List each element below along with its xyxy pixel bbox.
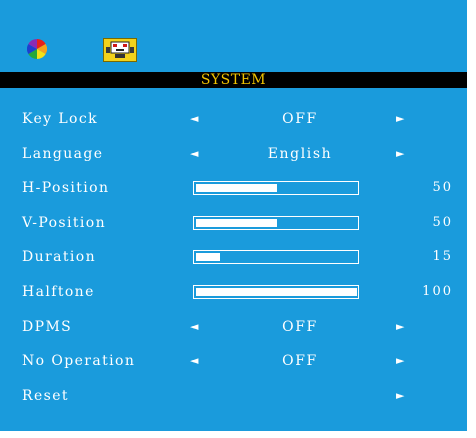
osd-menu: SYSTEM Key Lock ◄ OFF ► Language ◄ Engli… bbox=[0, 0, 467, 431]
menu-item-duration[interactable]: Duration 15 bbox=[0, 240, 467, 274]
menu-title-bar: SYSTEM bbox=[0, 72, 467, 88]
h-position-slider[interactable] bbox=[193, 181, 359, 195]
arrow-left-icon[interactable]: ◄ bbox=[190, 102, 198, 136]
arrow-left-icon[interactable]: ◄ bbox=[190, 344, 198, 378]
h-position-value: 50 bbox=[432, 180, 453, 195]
arrow-right-icon[interactable]: ► bbox=[396, 310, 404, 344]
menu-item-v-position[interactable]: V-Position 50 bbox=[0, 206, 467, 240]
menu-item-label: Duration bbox=[22, 249, 97, 265]
menu-item-no-operation[interactable]: No Operation ◄ OFF ► bbox=[0, 344, 467, 378]
menu-item-label: H-Position bbox=[22, 180, 110, 196]
arrow-right-icon[interactable]: ► bbox=[396, 344, 404, 378]
system-icon[interactable] bbox=[103, 38, 137, 62]
arrow-left-icon[interactable]: ◄ bbox=[190, 310, 198, 344]
menu-item-label: Halftone bbox=[22, 284, 95, 300]
arrow-right-icon[interactable]: ► bbox=[396, 102, 404, 136]
duration-value: 15 bbox=[432, 249, 453, 264]
menu-item-label: Reset bbox=[22, 388, 69, 404]
v-position-value: 50 bbox=[432, 215, 453, 230]
no-operation-value: OFF bbox=[282, 353, 318, 369]
menu-item-h-position[interactable]: H-Position 50 bbox=[0, 171, 467, 205]
menu-item-halftone[interactable]: Halftone 100 bbox=[0, 275, 467, 309]
menu-item-dpms[interactable]: DPMS ◄ OFF ► bbox=[0, 310, 467, 344]
menu-item-label: Key Lock bbox=[22, 111, 98, 127]
duration-slider[interactable] bbox=[193, 250, 359, 264]
arrow-left-icon[interactable]: ◄ bbox=[190, 137, 198, 171]
menu-item-label: DPMS bbox=[22, 319, 73, 335]
key-lock-value: OFF bbox=[282, 111, 318, 127]
menu-item-label: Language bbox=[22, 146, 104, 162]
slider-fill bbox=[195, 218, 277, 227]
arrow-right-icon[interactable]: ► bbox=[396, 137, 404, 171]
arrow-right-icon[interactable]: ► bbox=[396, 379, 404, 413]
menu-item-reset[interactable]: Reset ► bbox=[0, 379, 467, 413]
slider-fill bbox=[195, 252, 220, 261]
language-value: English bbox=[267, 146, 333, 162]
color-wheel-icon[interactable] bbox=[27, 39, 47, 59]
menu-title: SYSTEM bbox=[200, 72, 267, 88]
menu-item-language[interactable]: Language ◄ English ► bbox=[0, 137, 467, 171]
v-position-slider[interactable] bbox=[193, 216, 359, 230]
halftone-slider[interactable] bbox=[193, 285, 359, 299]
menu-item-key-lock[interactable]: Key Lock ◄ OFF ► bbox=[0, 102, 467, 136]
slider-fill bbox=[195, 287, 357, 296]
halftone-value: 100 bbox=[422, 284, 453, 299]
menu-item-label: V-Position bbox=[22, 215, 107, 231]
dpms-value: OFF bbox=[282, 319, 318, 335]
slider-fill bbox=[195, 183, 277, 192]
menu-item-label: No Operation bbox=[22, 353, 136, 369]
